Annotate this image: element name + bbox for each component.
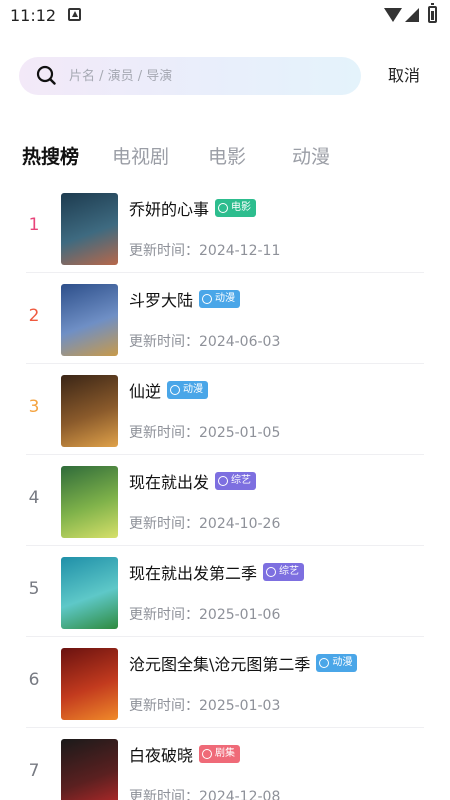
update-time-date: 2025-01-06 <box>199 607 281 623</box>
tab-anime[interactable]: 动漫 <box>292 142 330 169</box>
search-bar[interactable] <box>19 57 361 95</box>
wifi-icon <box>384 8 402 22</box>
list-item[interactable]: 4 现在就出发 综艺更新时间：2024-10-26 <box>0 455 450 546</box>
poster-image[interactable] <box>61 739 118 800</box>
update-time-prefix: 更新时间： <box>129 698 199 714</box>
list-item[interactable]: 2 斗罗大陆 动漫更新时间：2024-06-03 <box>0 273 450 364</box>
update-time: 更新时间：2024-06-03 <box>129 331 280 351</box>
poster-image[interactable] <box>61 466 118 538</box>
title-line: 仙逆 动漫 <box>129 378 209 402</box>
category-label: 动漫 <box>215 293 236 304</box>
category-label: 电影 <box>231 202 252 213</box>
category-icon <box>218 476 229 486</box>
category-badge: 动漫 <box>316 654 358 672</box>
item-title: 乔妍的心事 <box>129 200 210 219</box>
list-item[interactable]: 7 白夜破晓 剧集更新时间：2024-12-08 <box>0 728 450 800</box>
update-time-prefix: 更新时间： <box>129 243 199 259</box>
rank-number: 1 <box>28 215 40 235</box>
update-time-prefix: 更新时间： <box>129 516 199 532</box>
status-bar: 11:12 <box>0 0 450 32</box>
category-label: 动漫 <box>332 657 353 668</box>
update-time-date: 2024-10-26 <box>199 516 281 532</box>
rank-number: 7 <box>28 761 40 781</box>
update-time: 更新时间：2024-10-26 <box>129 513 280 533</box>
update-time: 更新时间：2024-12-08 <box>129 786 280 800</box>
category-badge: 剧集 <box>199 745 241 763</box>
list-item[interactable]: 6 沧元图全集\沧元图第二季 动漫更新时间：2025-01-03 <box>0 637 450 728</box>
title-line: 现在就出发 综艺 <box>129 469 257 493</box>
cellular-signal-icon <box>405 8 419 22</box>
tab-movies[interactable]: 电影 <box>208 142 246 169</box>
title-line: 斗罗大陆 动漫 <box>129 287 241 311</box>
update-time-date: 2024-06-03 <box>199 334 281 350</box>
update-time: 更新时间：2025-01-06 <box>129 604 280 624</box>
update-time-prefix: 更新时间： <box>129 425 199 441</box>
list-item[interactable]: 3 仙逆 动漫更新时间：2025-01-05 <box>0 364 450 455</box>
update-time-date: 2025-01-03 <box>199 698 281 714</box>
category-label: 综艺 <box>231 475 252 486</box>
item-title: 斗罗大陆 <box>129 291 194 310</box>
update-time-date: 2025-01-05 <box>199 425 281 441</box>
category-icon <box>218 203 229 213</box>
poster-image[interactable] <box>61 284 118 356</box>
category-label: 动漫 <box>183 384 204 395</box>
item-title: 沧元图全集\沧元图第二季 <box>129 655 311 674</box>
item-title: 现在就出发第二季 <box>129 564 258 583</box>
search-input[interactable] <box>69 63 349 89</box>
status-time: 11:12 <box>10 6 57 25</box>
category-badge: 动漫 <box>167 381 209 399</box>
poster-image[interactable] <box>61 375 118 447</box>
update-time-prefix: 更新时间： <box>129 334 199 350</box>
category-badge: 电影 <box>215 199 257 217</box>
item-title: 白夜破晓 <box>129 746 194 765</box>
item-title: 仙逆 <box>129 382 162 401</box>
poster-image[interactable] <box>61 648 118 720</box>
tab-tv-series[interactable]: 电视剧 <box>112 142 169 169</box>
category-icon <box>202 749 213 759</box>
category-icon <box>202 294 213 304</box>
title-line: 沧元图全集\沧元图第二季 动漫 <box>129 651 358 675</box>
rank-number: 3 <box>28 397 40 417</box>
update-time: 更新时间：2024-12-11 <box>129 240 280 260</box>
item-title: 现在就出发 <box>129 473 210 492</box>
category-icon <box>319 658 330 668</box>
category-badge: 动漫 <box>199 290 241 308</box>
category-label: 剧集 <box>215 748 236 759</box>
cancel-button[interactable]: 取消 <box>378 62 430 90</box>
category-tabs: 热搜榜 电视剧 电影 动漫 <box>0 138 450 174</box>
update-time-prefix: 更新时间： <box>129 607 199 623</box>
category-badge: 综艺 <box>263 563 305 581</box>
title-line: 现在就出发第二季 综艺 <box>129 560 305 584</box>
update-time: 更新时间：2025-01-03 <box>129 695 280 715</box>
rank-number: 6 <box>28 670 40 690</box>
category-badge: 综艺 <box>215 472 257 490</box>
category-icon <box>266 567 277 577</box>
category-label: 综艺 <box>279 566 300 577</box>
title-line: 白夜破晓 剧集 <box>129 742 241 766</box>
category-icon <box>170 385 181 395</box>
list-item[interactable]: 1 乔妍的心事 电影更新时间：2024-12-11 <box>0 182 450 273</box>
update-time: 更新时间：2025-01-05 <box>129 422 280 442</box>
update-time-date: 2024-12-11 <box>199 243 281 259</box>
tab-hot-search[interactable]: 热搜榜 <box>22 142 79 169</box>
update-time-date: 2024-12-08 <box>199 789 281 800</box>
list-item[interactable]: 5 现在就出发第二季 综艺更新时间：2025-01-06 <box>0 546 450 637</box>
title-line: 乔妍的心事 电影 <box>129 196 257 220</box>
rank-number: 2 <box>28 306 40 326</box>
battery-icon <box>428 3 437 23</box>
poster-image[interactable] <box>61 557 118 629</box>
update-time-prefix: 更新时间： <box>129 789 199 800</box>
search-icon <box>36 65 56 85</box>
rank-number: 4 <box>28 488 40 508</box>
poster-image[interactable] <box>61 193 118 265</box>
notification-icon <box>68 8 81 21</box>
rank-number: 5 <box>28 579 40 599</box>
